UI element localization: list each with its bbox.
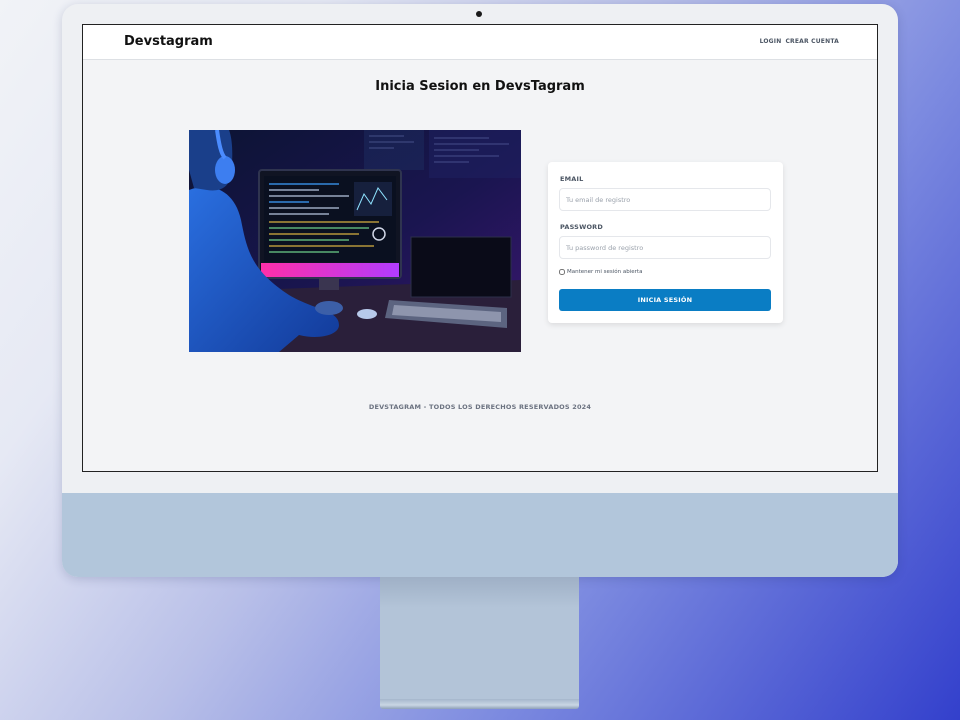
header-nav: LOGIN CREAR CUENTA [760,38,839,45]
footer-copyright: DEVSTAGRAM - TODOS LOS DERECHOS RESERVAD… [368,403,592,411]
imac-chin [62,493,898,577]
imac-frame: Devstagram LOGIN CREAR CUENTA Inicia Ses… [62,4,898,577]
brand-logo-text[interactable]: Devstagram [124,34,213,49]
camera-dot [476,11,482,17]
login-submit-button[interactable]: INICIA SESIÓN [559,289,771,311]
nav-register-link[interactable]: CREAR CUENTA [785,38,839,45]
hero-image [189,130,521,352]
header-bar: Devstagram LOGIN CREAR CUENTA [83,25,877,60]
remember-session-checkbox[interactable] [559,269,565,275]
imac-stand [380,577,579,700]
password-field[interactable] [559,236,771,259]
nav-login-link[interactable]: LOGIN [760,38,782,45]
email-label: EMAIL [560,175,584,183]
email-field[interactable] [559,188,771,211]
browser-screen: Devstagram LOGIN CREAR CUENTA Inicia Ses… [82,24,878,472]
password-label: PASSWORD [560,223,603,231]
developer-at-computer-photo [189,130,521,352]
remember-session-option[interactable]: Mantener mi sesión abierta [559,269,642,275]
remember-session-label: Mantener mi sesión abierta [567,269,643,275]
page-title: Inicia Sesion en DevsTagram [375,79,585,94]
login-card: EMAIL PASSWORD Mantener mi sesión abiert… [548,162,783,323]
imac-stand-foot [380,699,579,709]
